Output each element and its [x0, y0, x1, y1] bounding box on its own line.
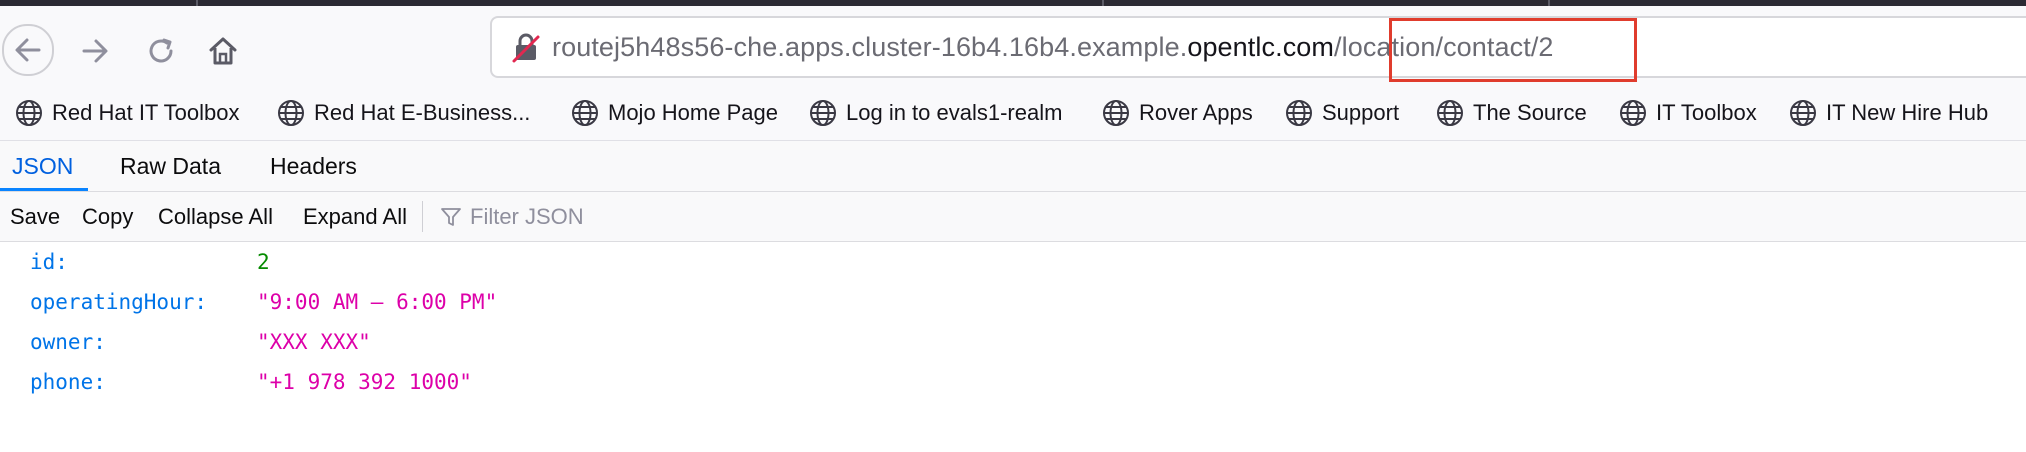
json-value: 2 — [257, 250, 270, 274]
url-path-highlight-box — [1389, 18, 1637, 82]
bookmark-label: Red Hat E-Business... — [314, 100, 531, 125]
bookmark-item[interactable]: Red Hat E-Business... — [276, 86, 530, 140]
globe-icon — [1286, 100, 1312, 126]
insecure-lock-icon — [512, 33, 540, 63]
json-key: phone: — [30, 370, 106, 394]
json-row: operatingHour: "9:00 AM – 6:00 PM" — [0, 282, 2026, 322]
tab-json[interactable]: JSON — [12, 141, 73, 191]
reload-button[interactable] — [136, 26, 186, 76]
url-subdomain: routej5h48s56-che.apps.cluster-16b4.16b4… — [552, 32, 1188, 62]
collapse-all-button[interactable]: Collapse All — [158, 192, 273, 241]
filter-placeholder: Filter JSON — [470, 203, 584, 229]
json-row: phone: "+1 978 392 1000" — [0, 362, 2026, 402]
tab-headers[interactable]: Headers — [270, 141, 357, 191]
json-toolbar: Save Copy Collapse All Expand All Filter… — [0, 192, 2026, 242]
filter-json-input[interactable]: Filter JSON — [440, 192, 584, 241]
json-content: id: 2 operatingHour: "9:00 AM – 6:00 PM"… — [0, 242, 2026, 452]
address-bar[interactable]: routej5h48s56-che.apps.cluster-16b4.16b4… — [490, 16, 2026, 78]
expand-all-button[interactable]: Expand All — [303, 192, 407, 241]
url-domain: opentlc.com — [1187, 32, 1335, 62]
json-row: owner: "XXX XXX" — [0, 322, 2026, 362]
globe-icon — [810, 100, 836, 126]
json-value: "9:00 AM – 6:00 PM" — [257, 290, 498, 314]
bookmark-item[interactable]: Support — [1284, 86, 1399, 140]
json-key: operatingHour: — [30, 290, 208, 314]
json-key: id: — [30, 250, 68, 274]
navigation-toolbar: routej5h48s56-che.apps.cluster-16b4.16b4… — [0, 6, 2026, 86]
bookmark-item[interactable]: Log in to evals1-realm — [808, 86, 1062, 140]
bookmark-label: IT Toolbox — [1656, 100, 1757, 125]
json-viewer-tabs: JSON Raw Data Headers — [0, 141, 2026, 192]
globe-icon — [1103, 100, 1129, 126]
forward-button[interactable] — [70, 26, 120, 76]
bookmarks-toolbar: Red Hat IT Toolbox Red Hat E-Business...… — [0, 86, 2026, 141]
tab-raw-data[interactable]: Raw Data — [120, 141, 221, 191]
globe-icon — [1437, 100, 1463, 126]
json-value: "+1 978 392 1000" — [257, 370, 472, 394]
globe-icon — [1790, 100, 1816, 126]
globe-icon — [1620, 100, 1646, 126]
globe-icon — [572, 100, 598, 126]
bookmark-label: Rover Apps — [1139, 100, 1253, 125]
back-icon — [15, 38, 41, 62]
json-key: owner: — [30, 330, 106, 354]
toolbar-divider — [422, 201, 423, 232]
bookmark-label: Log in to evals1-realm — [846, 100, 1063, 125]
json-row: id: 2 — [0, 242, 2026, 282]
bookmark-label: IT New Hire Hub — [1826, 100, 1989, 125]
forward-icon — [82, 39, 108, 63]
bookmark-label: Mojo Home Page — [608, 100, 778, 125]
home-icon — [209, 37, 237, 65]
bookmark-item[interactable]: IT New Hire Hub — [1788, 86, 1988, 140]
bookmark-item[interactable]: Red Hat IT Toolbox — [14, 86, 240, 140]
bookmark-item[interactable]: Rover Apps — [1101, 86, 1253, 140]
bookmark-label: Support — [1322, 100, 1400, 125]
bookmark-item[interactable]: The Source — [1435, 86, 1587, 140]
bookmark-item[interactable]: Mojo Home Page — [570, 86, 778, 140]
copy-button[interactable]: Copy — [82, 192, 133, 241]
reload-icon — [149, 38, 173, 63]
active-tab-indicator — [0, 188, 88, 191]
bookmark-item[interactable]: IT Toolbox — [1618, 86, 1757, 140]
back-button[interactable] — [2, 24, 54, 76]
save-button[interactable]: Save — [10, 192, 60, 241]
json-value: "XXX XXX" — [257, 330, 371, 354]
globe-icon — [278, 100, 304, 126]
globe-icon — [16, 100, 42, 126]
bookmark-label: The Source — [1473, 100, 1587, 125]
home-button[interactable] — [198, 26, 248, 76]
filter-icon — [441, 207, 461, 226]
bookmark-label: Red Hat IT Toolbox — [52, 100, 240, 125]
